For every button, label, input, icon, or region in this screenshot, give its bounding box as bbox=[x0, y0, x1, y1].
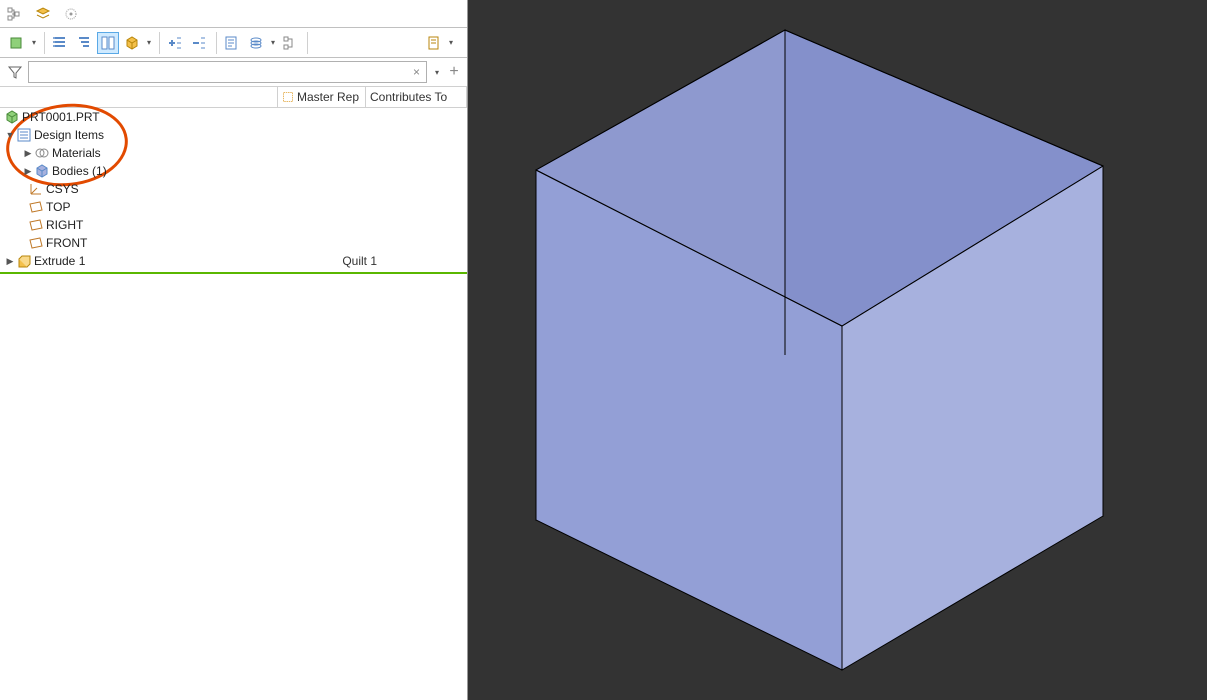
tree-control-icon[interactable] bbox=[279, 32, 301, 54]
design-items-label: Design Items bbox=[34, 128, 104, 142]
tree-root-label: PRT0001.PRT bbox=[22, 110, 100, 124]
materials-label: Materials bbox=[52, 146, 101, 160]
front-label: FRONT bbox=[46, 236, 87, 250]
tree-column-header: Master Rep Contributes To bbox=[0, 86, 467, 108]
tree-top[interactable]: ▶ TOP bbox=[0, 198, 467, 216]
col-master-label: Master Rep bbox=[297, 90, 359, 104]
tab-model-tree-icon[interactable] bbox=[6, 5, 24, 23]
settings-dropdown-icon[interactable]: ▾ bbox=[447, 32, 455, 54]
datum-plane-icon bbox=[28, 199, 44, 215]
add-filter-icon[interactable]: + bbox=[447, 63, 461, 81]
csys-label: CSYS bbox=[46, 182, 79, 196]
tree-filters-2-icon[interactable] bbox=[73, 32, 95, 54]
extrude-rep-value: Quilt 1 bbox=[342, 254, 377, 268]
tree-box-icon[interactable] bbox=[121, 32, 143, 54]
tree-right[interactable]: ▶ RIGHT bbox=[0, 216, 467, 234]
right-label: RIGHT bbox=[46, 218, 83, 232]
col-contributes-to[interactable]: Contributes To bbox=[366, 87, 467, 107]
tree-extrude[interactable]: ▶ Extrude 1 Quilt 1 bbox=[0, 252, 467, 270]
tree-bodies[interactable]: ▶ Bodies (1) bbox=[0, 162, 467, 180]
csys-icon bbox=[28, 181, 44, 197]
col-tree bbox=[0, 87, 278, 107]
bodies-icon bbox=[34, 163, 50, 179]
extrude-label: Extrude 1 bbox=[34, 254, 85, 268]
collapse-icon[interactable] bbox=[188, 32, 210, 54]
filter-icon[interactable] bbox=[6, 61, 24, 83]
insert-indicator bbox=[0, 272, 467, 274]
tree-columns-icon[interactable] bbox=[97, 32, 119, 54]
tree-toolbar: ▾ ▾ ▾ ▾ bbox=[0, 28, 467, 58]
expander-icon[interactable]: ▶ bbox=[22, 165, 34, 177]
show-button[interactable] bbox=[6, 32, 28, 54]
notes-icon[interactable] bbox=[221, 32, 243, 54]
tree-design-items[interactable]: ▼ Design Items bbox=[0, 126, 467, 144]
layers-icon[interactable] bbox=[245, 32, 267, 54]
bodies-label: Bodies (1) bbox=[52, 164, 107, 178]
expander-icon[interactable]: ▶ bbox=[4, 255, 16, 267]
datum-plane-icon bbox=[28, 217, 44, 233]
expander-icon[interactable]: ▶ bbox=[22, 147, 34, 159]
tree-root[interactable]: PRT0001.PRT bbox=[0, 108, 467, 126]
tree-materials[interactable]: ▶ Materials bbox=[0, 144, 467, 162]
tree-box-dropdown-icon[interactable]: ▾ bbox=[145, 32, 153, 54]
expand-icon[interactable] bbox=[164, 32, 186, 54]
tab-settings-icon[interactable] bbox=[62, 5, 80, 23]
datum-plane-icon bbox=[28, 235, 44, 251]
tree-search-input[interactable] bbox=[33, 65, 411, 79]
clear-search-icon[interactable]: × bbox=[411, 65, 422, 79]
tree-search-row: × ▾ + bbox=[0, 58, 467, 86]
design-items-icon bbox=[16, 127, 32, 143]
cube-render bbox=[468, 0, 1207, 700]
tree-front[interactable]: ▶ FRONT bbox=[0, 234, 467, 252]
extrude-icon bbox=[16, 253, 32, 269]
materials-icon bbox=[34, 145, 50, 161]
show-dropdown-icon[interactable]: ▾ bbox=[30, 32, 38, 54]
layers-dropdown-icon[interactable]: ▾ bbox=[269, 32, 277, 54]
part-icon bbox=[4, 109, 20, 125]
tab-layers-icon[interactable] bbox=[34, 5, 52, 23]
settings-page-icon[interactable] bbox=[423, 32, 445, 54]
top-label: TOP bbox=[46, 200, 70, 214]
expander-icon[interactable]: ▼ bbox=[4, 129, 16, 141]
model-tree: PRT0001.PRT ▼ Design Items ▶ Materials ▶… bbox=[0, 108, 467, 274]
search-dropdown-icon[interactable]: ▾ bbox=[431, 68, 443, 77]
graphics-viewport[interactable] bbox=[468, 0, 1207, 700]
col-master-rep[interactable]: Master Rep bbox=[278, 87, 366, 107]
tree-csys[interactable]: ▶ CSYS bbox=[0, 180, 467, 198]
tree-search-box[interactable]: × bbox=[28, 61, 427, 83]
col-contrib-label: Contributes To bbox=[370, 90, 447, 104]
tree-filters-1-icon[interactable] bbox=[49, 32, 71, 54]
model-tree-panel: ▾ ▾ ▾ ▾ × ▾ bbox=[0, 0, 468, 700]
panel-tabstrip bbox=[0, 0, 467, 28]
